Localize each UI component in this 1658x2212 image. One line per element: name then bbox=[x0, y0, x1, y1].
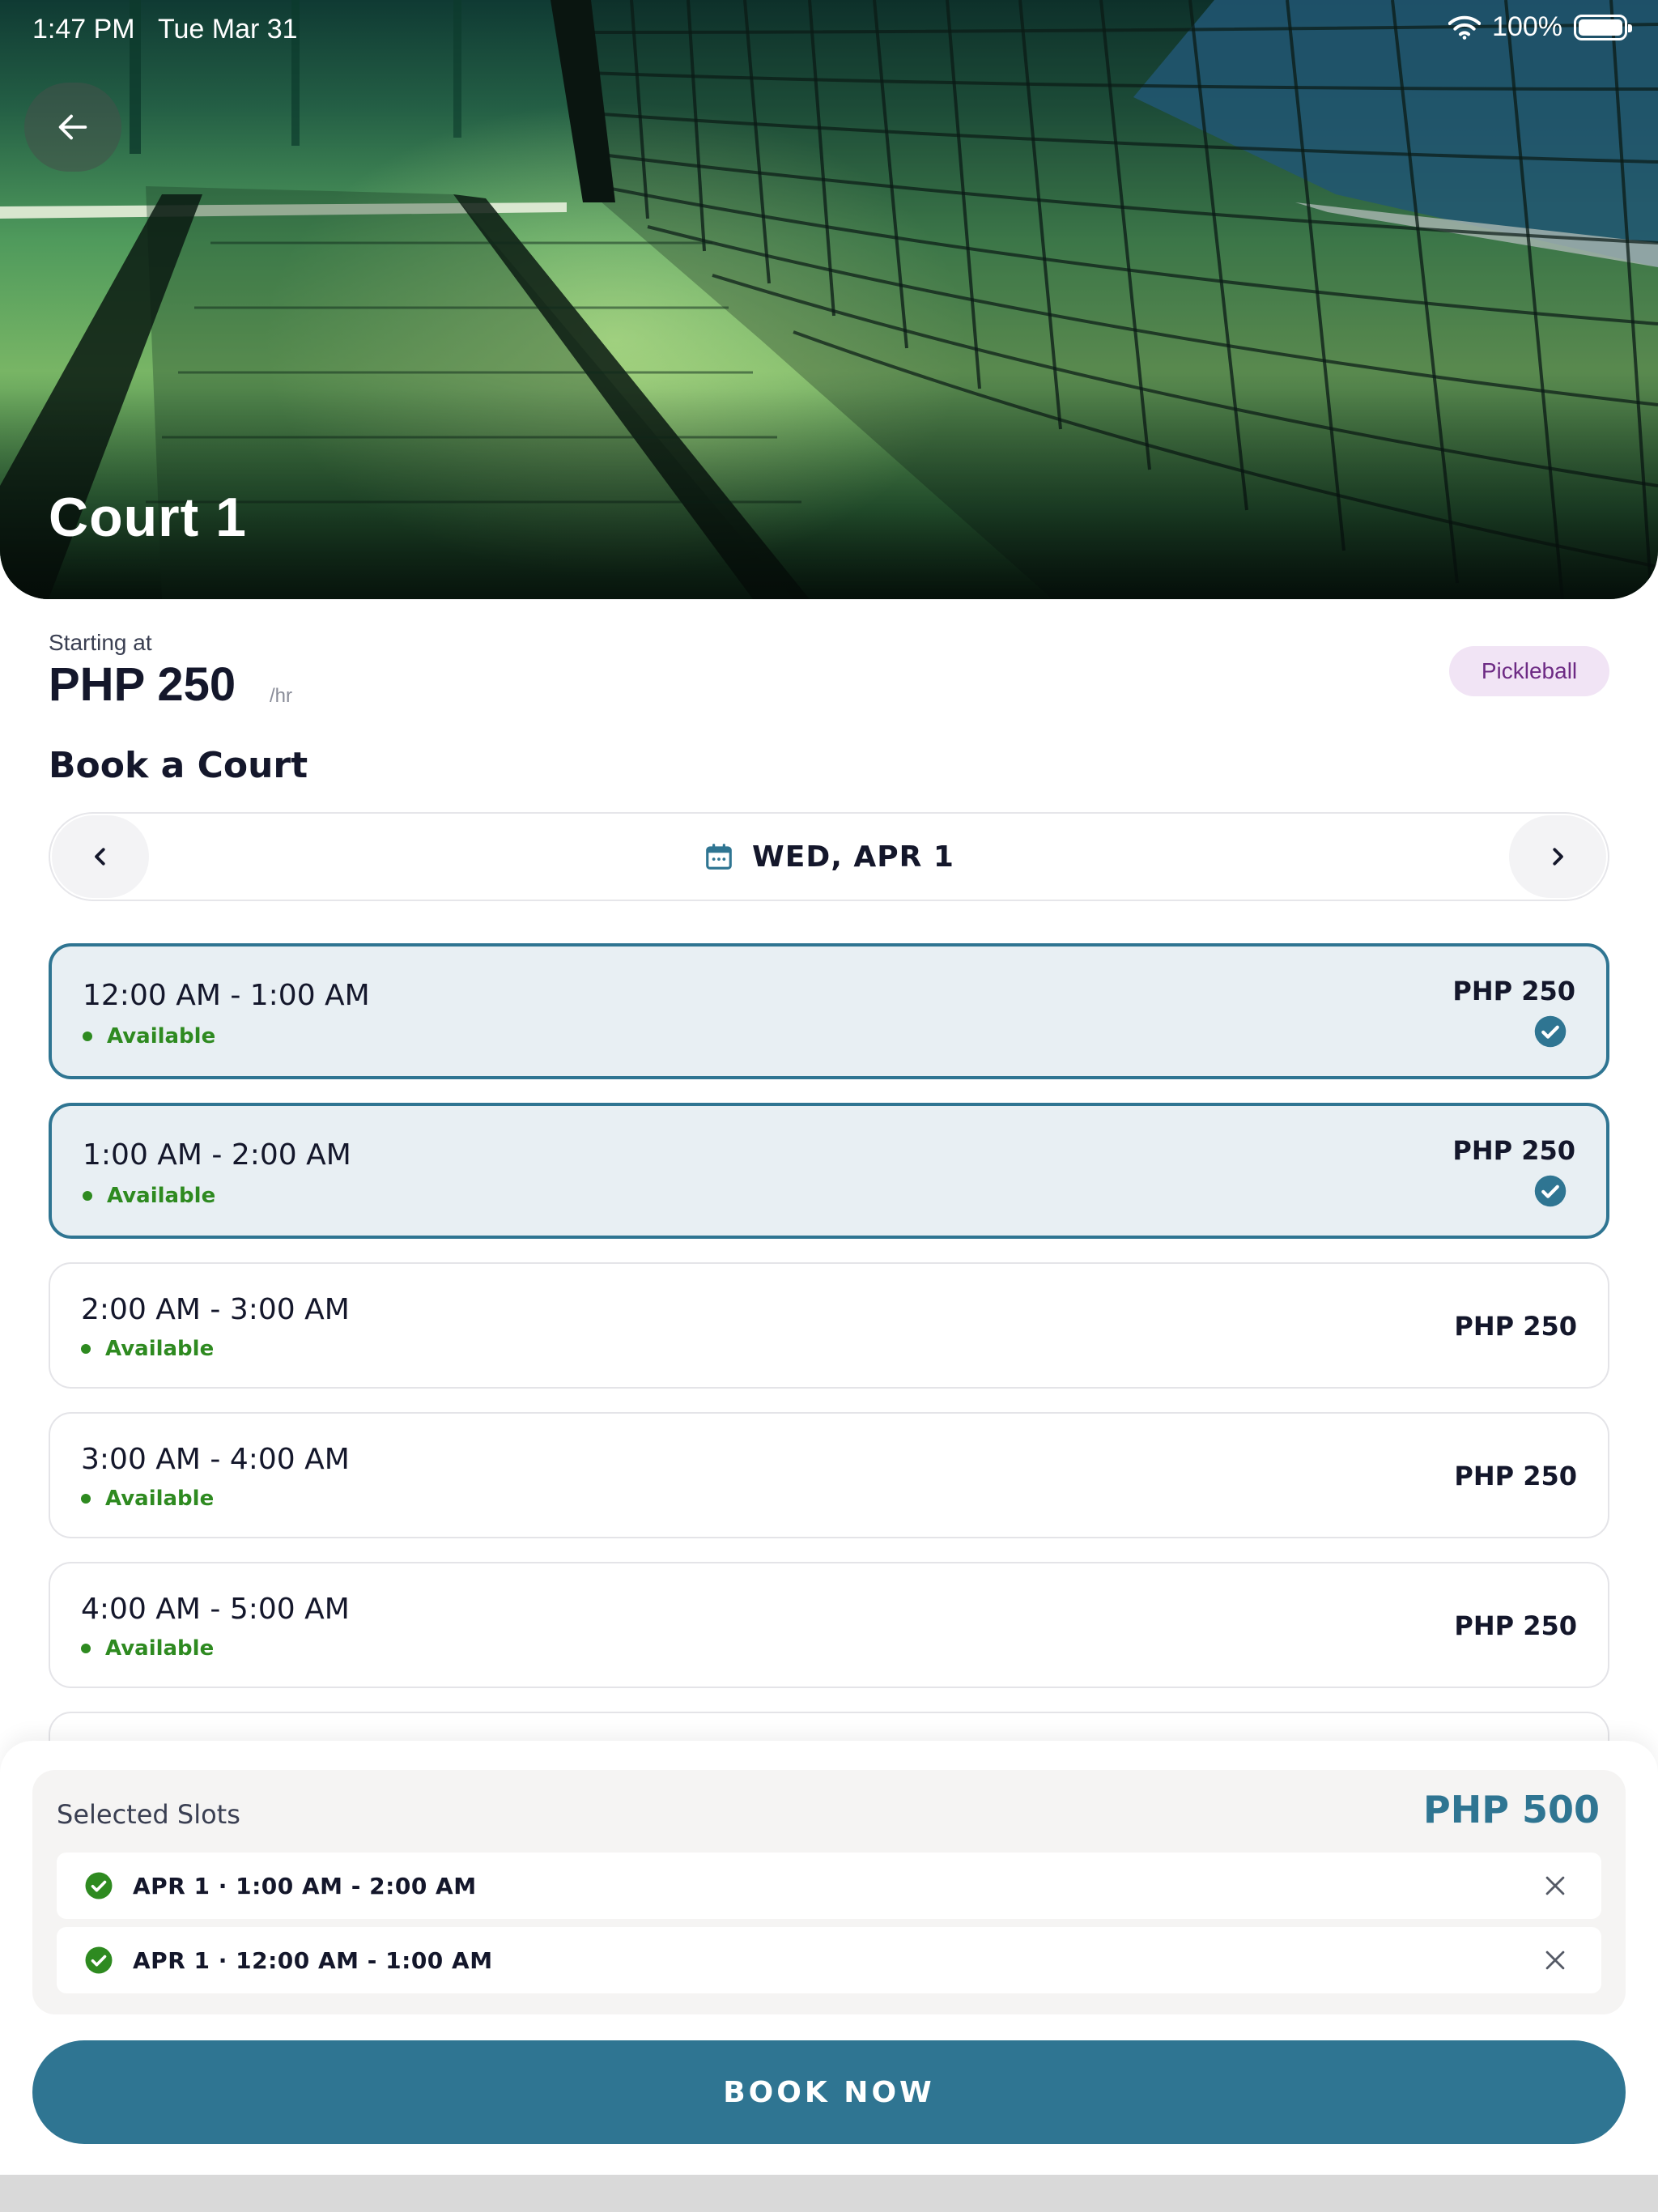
time-slot[interactable]: 1:00 AM - 2:00 AM Available PHP 250 bbox=[49, 1103, 1609, 1239]
court-title: Court 1 bbox=[49, 487, 247, 548]
selected-slot-label: APR 1 · 12:00 AM - 1:00 AM bbox=[133, 1946, 493, 1974]
price-unit: /hr bbox=[270, 685, 293, 707]
next-date-button[interactable] bbox=[1509, 815, 1606, 898]
slot-status: Available bbox=[81, 1636, 214, 1661]
book-now-button[interactable]: BOOK NOW bbox=[32, 2040, 1626, 2144]
time-slot[interactable]: 12:00 AM - 1:00 AM Available PHP 250 bbox=[49, 943, 1609, 1079]
slot-status: Available bbox=[81, 1487, 214, 1511]
slot-price: PHP 250 bbox=[1454, 1610, 1577, 1641]
previous-date-button[interactable] bbox=[52, 815, 149, 898]
arrow-left-icon bbox=[58, 114, 87, 140]
battery-icon bbox=[1574, 14, 1632, 40]
time-slot[interactable]: 2:00 AM - 3:00 AM Available PHP 250 bbox=[49, 1262, 1609, 1389]
selected-slot-chip: APR 1 · 1:00 AM - 2:00 AM bbox=[57, 1853, 1601, 1919]
selected-total: PHP 500 bbox=[1423, 1788, 1600, 1831]
selected-slot-chip: APR 1 · 12:00 AM - 1:00 AM bbox=[57, 1927, 1601, 1993]
selected-date: WED, APR 1 bbox=[752, 840, 954, 874]
sport-tag: Pickleball bbox=[1449, 646, 1609, 696]
slot-time: 4:00 AM - 5:00 AM bbox=[81, 1593, 350, 1626]
home-indicator-area bbox=[0, 2175, 1658, 2212]
slot-time: 3:00 AM - 4:00 AM bbox=[81, 1443, 350, 1476]
slot-time: 12:00 AM - 1:00 AM bbox=[83, 979, 370, 1012]
starting-at-label: Starting at bbox=[49, 630, 152, 655]
starting-price: PHP 250 bbox=[49, 658, 236, 711]
court-hero-image: Court 1 bbox=[0, 0, 1658, 599]
remove-slot-icon[interactable] bbox=[1541, 1872, 1569, 1899]
check-circle-icon bbox=[85, 1946, 113, 1974]
slot-price: PHP 250 bbox=[1452, 1135, 1575, 1166]
slot-time: 2:00 AM - 3:00 AM bbox=[81, 1293, 350, 1326]
slot-price: PHP 250 bbox=[1454, 1311, 1577, 1342]
slot-status: Available bbox=[81, 1337, 214, 1361]
wifi-icon bbox=[1448, 15, 1482, 40]
slot-time: 1:00 AM - 2:00 AM bbox=[83, 1138, 351, 1172]
back-button[interactable] bbox=[24, 83, 121, 172]
selected-slots-title: Selected Slots bbox=[57, 1799, 240, 1830]
status-bar: 1:47 PM Tue Mar 31 100% bbox=[0, 0, 1658, 58]
battery-percent: 100% bbox=[1492, 11, 1562, 42]
check-circle-icon bbox=[85, 1872, 113, 1899]
selected-check-icon bbox=[1534, 1175, 1567, 1207]
remove-slot-icon[interactable] bbox=[1541, 1946, 1569, 1974]
chevron-left-icon bbox=[95, 848, 105, 866]
slot-status: Available bbox=[83, 1184, 215, 1208]
time-slot[interactable]: 4:00 AM - 5:00 AM Available PHP 250 bbox=[49, 1562, 1609, 1688]
slot-price: PHP 250 bbox=[1454, 1461, 1577, 1491]
selected-check-icon bbox=[1534, 1015, 1567, 1048]
status-date: Tue Mar 31 bbox=[158, 14, 298, 45]
status-time: 1:47 PM bbox=[32, 14, 135, 45]
slot-status: Available bbox=[83, 1024, 215, 1049]
selected-slot-label: APR 1 · 1:00 AM - 2:00 AM bbox=[133, 1872, 477, 1899]
time-slot[interactable]: 3:00 AM - 4:00 AM Available PHP 250 bbox=[49, 1412, 1609, 1538]
chevron-right-icon bbox=[1553, 848, 1563, 866]
slot-price: PHP 250 bbox=[1452, 976, 1575, 1006]
calendar-icon bbox=[706, 844, 732, 870]
book-court-heading: Book a Court bbox=[49, 745, 308, 786]
date-selector: WED, APR 1 bbox=[49, 812, 1609, 901]
